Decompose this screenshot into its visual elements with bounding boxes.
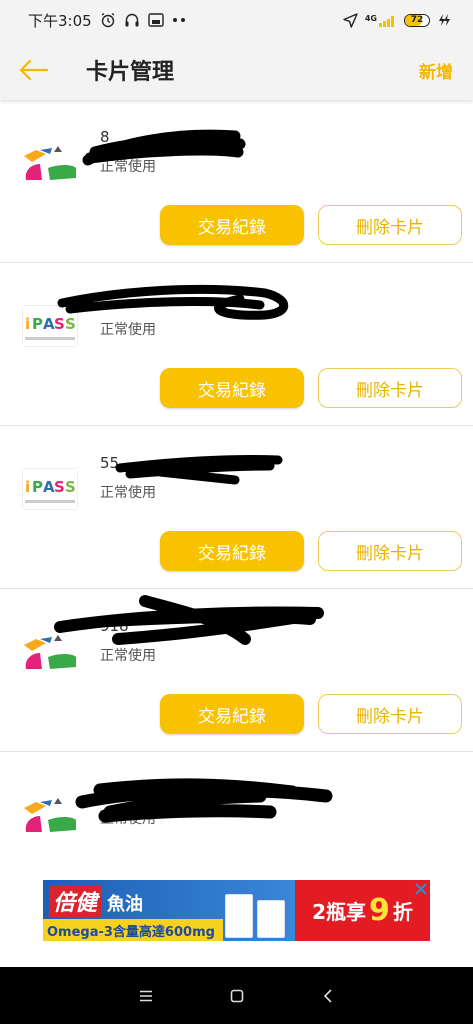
- battery-level: 72: [410, 15, 424, 25]
- status-time: 下午3:05: [28, 11, 92, 30]
- charging-icon: [437, 13, 451, 27]
- chevron-left-icon: [323, 988, 332, 1003]
- recents-button[interactable]: [126, 976, 166, 1016]
- svg-text:S: S: [65, 478, 76, 496]
- ad-brand: 倍健: [49, 885, 102, 917]
- svg-text:i: i: [25, 315, 30, 333]
- card-status: 正常使用: [100, 159, 156, 175]
- delete-card-button[interactable]: 刪除卡片: [318, 694, 462, 734]
- back-button[interactable]: [14, 50, 54, 90]
- svg-text:P: P: [32, 315, 43, 333]
- delete-card-button[interactable]: 刪除卡片: [318, 205, 462, 245]
- product-image: [225, 884, 291, 938]
- card-status: 正常使用: [100, 811, 156, 827]
- svg-text:S: S: [54, 315, 65, 333]
- ad-product: 魚油: [107, 894, 144, 915]
- card-status: 正常使用: [100, 485, 156, 501]
- card-list: 8 正常使用 交易紀錄 刪除卡片 iPASS 正常使用 交易紀錄 刪除卡片 iP…: [0, 100, 473, 915]
- status-bar: 下午3:05 4G 72: [0, 0, 473, 40]
- home-button[interactable]: [217, 976, 257, 1016]
- transaction-records-button[interactable]: 交易紀錄: [160, 205, 304, 245]
- easycard-logo: [22, 794, 78, 836]
- ipass-logo: iPASS: [22, 305, 78, 347]
- network-type: 4G: [364, 13, 377, 23]
- alarm-icon: [100, 12, 116, 28]
- card-status: 正常使用: [100, 322, 156, 338]
- easycard-logo: [22, 142, 78, 184]
- menu-icon: [139, 990, 152, 1001]
- ad-promo-prefix: 2瓶享: [312, 900, 367, 924]
- ad-promo-number: 9: [369, 893, 390, 928]
- delete-card-button[interactable]: 刪除卡片: [318, 531, 462, 571]
- transaction-records-button[interactable]: 交易紀錄: [160, 368, 304, 408]
- system-nav-bar: [0, 967, 473, 1024]
- card-number: 55: [100, 454, 120, 472]
- ad-promo-suffix: 折: [392, 900, 413, 924]
- svg-text:i: i: [25, 478, 30, 496]
- arrow-left-icon: [19, 59, 49, 81]
- delete-card-button[interactable]: 刪除卡片: [318, 368, 462, 408]
- app-header: 卡片管理 新增: [0, 40, 473, 100]
- card-item: 918 正常使用 交易紀錄 刪除卡片: [0, 589, 473, 752]
- ipass-logo: iPASS: [22, 468, 78, 510]
- card-number: 918: [100, 617, 129, 635]
- card-item: iPASS 55 正常使用 交易紀錄 刪除卡片: [0, 426, 473, 589]
- battery-icon: 72: [404, 13, 430, 27]
- signal-icon: 4G: [365, 14, 397, 27]
- ad-banner[interactable]: 倍健 魚油 Omega-3含量高達600mg 2瓶享 9 折: [43, 880, 430, 941]
- transaction-records-button[interactable]: 交易紀錄: [160, 694, 304, 734]
- more-notifications-icon: [172, 17, 186, 23]
- card-number: 8: [100, 128, 110, 146]
- headphones-icon: [124, 12, 140, 28]
- location-icon: [343, 12, 358, 28]
- ad-close-button[interactable]: [412, 880, 430, 898]
- svg-text:S: S: [54, 478, 65, 496]
- svg-text:P: P: [32, 478, 43, 496]
- system-back-button[interactable]: [308, 976, 348, 1016]
- ad-left-panel: 倍健 魚油 Omega-3含量高達600mg: [43, 880, 295, 941]
- card-status: 正常使用: [100, 648, 156, 664]
- card-item: iPASS 正常使用 交易紀錄 刪除卡片: [0, 263, 473, 426]
- easycard-logo: [22, 631, 78, 673]
- transaction-records-button[interactable]: 交易紀錄: [160, 531, 304, 571]
- media-icon: [147, 13, 164, 27]
- page-title: 卡片管理: [86, 60, 175, 85]
- ad-promo: 2瓶享 9 折: [295, 880, 430, 941]
- square-home-icon: [230, 989, 243, 1002]
- svg-text:S: S: [65, 315, 76, 333]
- close-icon: [415, 883, 427, 895]
- add-card-button[interactable]: 新增: [419, 58, 453, 83]
- ad-description: Omega-3含量高達600mg: [43, 919, 223, 941]
- card-item: 8 正常使用 交易紀錄 刪除卡片: [0, 100, 473, 263]
